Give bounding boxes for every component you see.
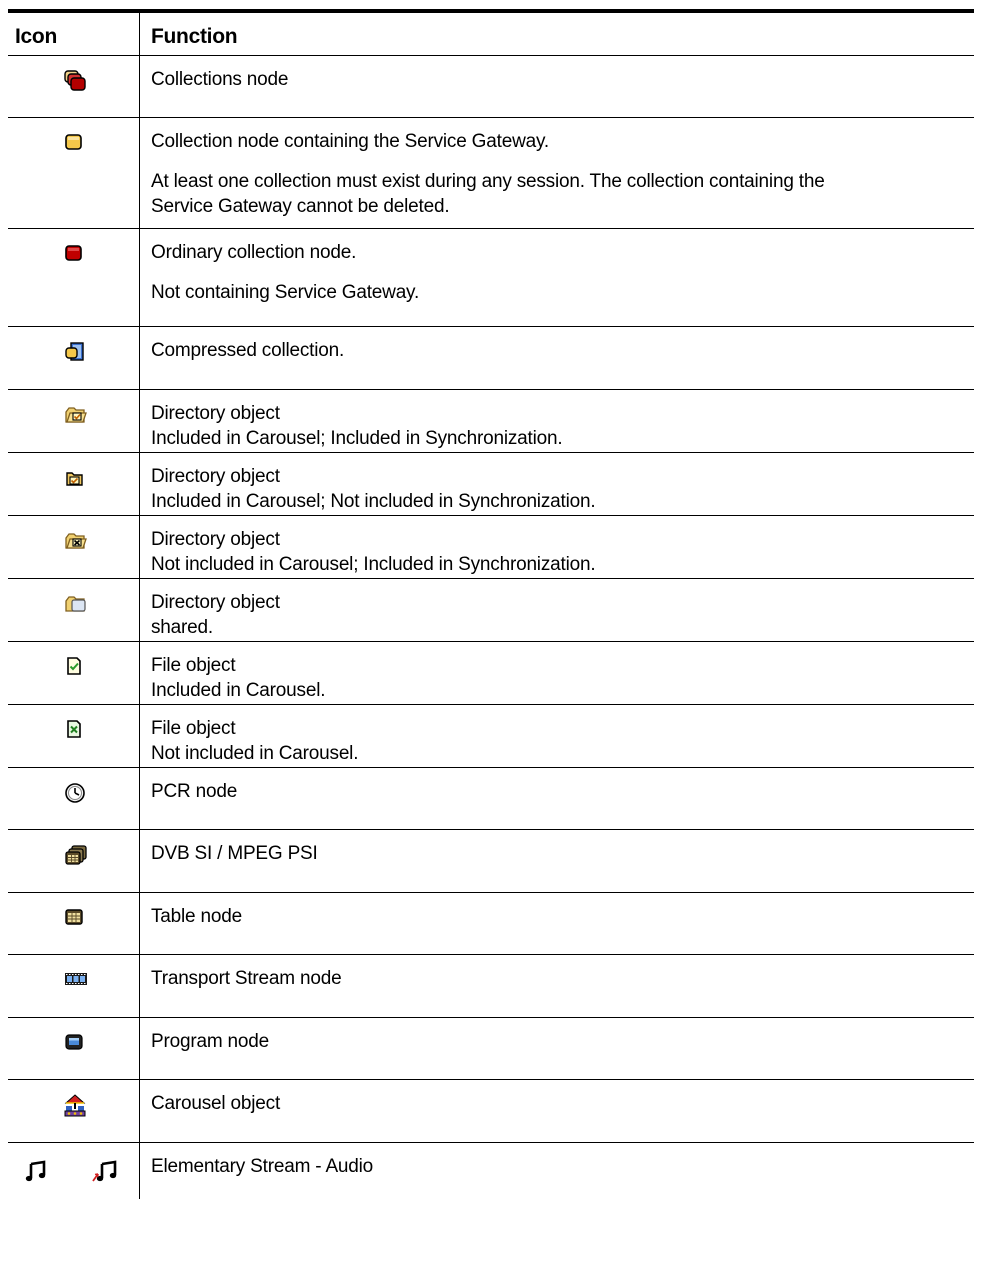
function-text: Directory object <box>151 403 280 424</box>
function-text: Directory object <box>151 466 280 487</box>
file-included-icon <box>64 656 84 676</box>
directory-carousel-nosync-icon <box>64 467 86 489</box>
table-row: Table node <box>8 893 974 955</box>
function-text: Table node <box>151 906 242 927</box>
audio-note-arrow-icon <box>92 1159 118 1183</box>
function-text: Program node <box>151 1031 270 1052</box>
function-text: File object <box>151 655 236 676</box>
directory-shared-icon <box>64 593 88 615</box>
function-text: Not included in Carousel. <box>151 743 359 764</box>
table-row: Elementary Stream - Audio <box>8 1143 974 1199</box>
header-function-cell: Function <box>151 25 238 48</box>
table-row: PCR node <box>8 768 974 830</box>
directory-nocarousel-sync-icon <box>64 530 88 552</box>
table-node-icon <box>64 907 84 927</box>
table-row: Collection node containing the Service G… <box>8 118 974 229</box>
table-header-row: Icon Function <box>8 13 974 56</box>
function-text: Directory object <box>151 592 280 613</box>
function-text: File object <box>151 718 236 739</box>
header-icon-cell: Icon <box>8 13 140 55</box>
function-text: DVB SI / MPEG PSI <box>151 843 318 864</box>
table-row: Collections node <box>8 56 974 118</box>
table-row: Ordinary collection node. Not containing… <box>8 229 974 327</box>
transport-stream-film-icon <box>64 969 88 989</box>
table-row: Directory object Included in Carousel; I… <box>8 390 974 453</box>
service-gateway-collection-icon <box>64 132 84 152</box>
directory-carousel-sync-icon <box>64 404 88 426</box>
function-text: Included in Carousel. <box>151 680 326 701</box>
table-row: Program node <box>8 1018 974 1080</box>
function-text: PCR node <box>151 781 238 802</box>
table-row: Carousel object <box>8 1080 974 1143</box>
function-text: Ordinary collection node. <box>151 242 357 263</box>
function-text: Directory object <box>151 529 280 550</box>
function-text: Collection node containing the Service G… <box>151 131 549 152</box>
function-text: Included in Carousel; Not included in Sy… <box>151 491 596 512</box>
function-note: At least one collection must exist durin… <box>151 171 825 192</box>
function-text: shared. <box>151 617 213 638</box>
function-text: Compressed collection. <box>151 340 345 361</box>
table-row: Directory object shared. <box>8 579 974 642</box>
carousel-object-icon <box>64 1094 86 1118</box>
function-note: Not containing Service Gateway. <box>151 282 420 303</box>
pcr-clock-icon <box>64 782 86 804</box>
function-text: Carousel object <box>151 1093 281 1114</box>
function-note: Service Gateway cannot be deleted. <box>151 196 450 217</box>
audio-note-icon <box>24 1159 48 1183</box>
table-row: Compressed collection. <box>8 327 974 390</box>
icon-function-table: Icon Function Collections node Collectio… <box>8 0 974 1199</box>
function-text: Transport Stream node <box>151 968 342 989</box>
dvb-si-tables-icon <box>64 844 88 866</box>
function-text: Not included in Carousel; Included in Sy… <box>151 554 596 575</box>
table-row: DVB SI / MPEG PSI <box>8 830 974 893</box>
compressed-collection-icon <box>64 341 86 363</box>
table-row: Transport Stream node <box>8 955 974 1018</box>
function-text: Elementary Stream - Audio <box>151 1156 374 1177</box>
function-text: Collections node <box>151 69 289 90</box>
table-row: File object Included in Carousel. <box>8 642 974 705</box>
collections-node-icon <box>64 70 86 92</box>
program-monitor-icon <box>64 1032 84 1052</box>
function-text: Included in Carousel; Included in Synchr… <box>151 428 563 449</box>
table-row: Directory object Not included in Carouse… <box>8 516 974 579</box>
ordinary-collection-icon <box>64 243 84 263</box>
file-excluded-icon <box>64 719 84 739</box>
table-row: File object Not included in Carousel. <box>8 705 974 768</box>
table-row: Directory object Included in Carousel; N… <box>8 453 974 516</box>
header-icon-label: Icon <box>15 25 57 48</box>
